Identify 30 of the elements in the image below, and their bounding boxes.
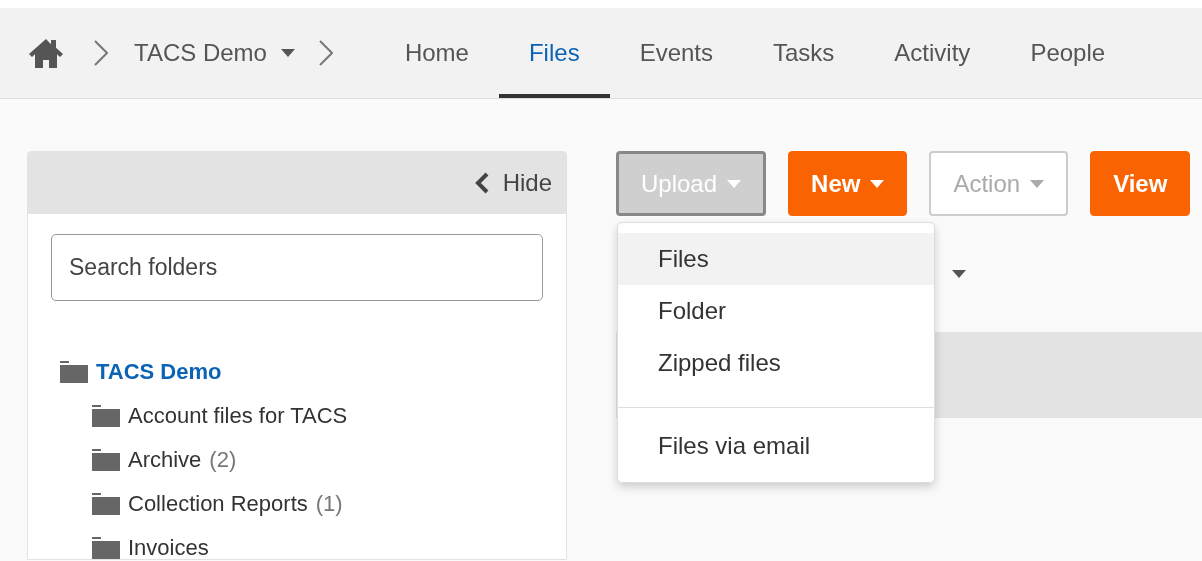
menu-item[interactable]: Folder — [618, 285, 934, 337]
folder-name[interactable]: Archive — [128, 447, 202, 473]
chevron-right-icon — [94, 40, 108, 66]
menu-item[interactable]: Files — [618, 233, 934, 285]
folder-icon — [60, 361, 88, 383]
hide-button[interactable]: Hide — [474, 169, 552, 197]
folder-name[interactable]: Collection Reports — [128, 491, 308, 517]
breadcrumb-dropdown[interactable]: TACS Demo — [134, 39, 295, 67]
nav-tab[interactable]: Home — [374, 12, 499, 98]
folder-count: (2) — [209, 447, 237, 473]
nav-tab[interactable]: Files — [498, 12, 610, 98]
folder-icon — [92, 449, 120, 471]
folder-icon — [92, 405, 120, 427]
nav-tab[interactable]: Tasks — [743, 12, 865, 98]
home-icon[interactable] — [28, 38, 64, 68]
folder-count: (1) — [315, 491, 343, 517]
folder-icon — [92, 493, 120, 515]
nav-tab[interactable]: Events — [609, 12, 743, 98]
nav-tab[interactable]: People — [1000, 12, 1136, 98]
folder-icon — [92, 537, 120, 559]
folder-name[interactable]: Invoices — [128, 535, 209, 561]
nav-tab[interactable]: Activity — [864, 12, 1001, 98]
folder-name[interactable]: TACS Demo — [96, 359, 222, 385]
caret-icon — [952, 270, 966, 278]
menu-item[interactable]: Zipped files — [618, 337, 934, 389]
chevron-left-icon — [474, 172, 489, 194]
folder-name[interactable]: Account files for TACS — [128, 403, 348, 429]
chevron-right-icon — [318, 40, 333, 66]
search-field[interactable]: Search folders — [51, 234, 543, 301]
menu-item[interactable]: Files via email — [618, 420, 934, 472]
